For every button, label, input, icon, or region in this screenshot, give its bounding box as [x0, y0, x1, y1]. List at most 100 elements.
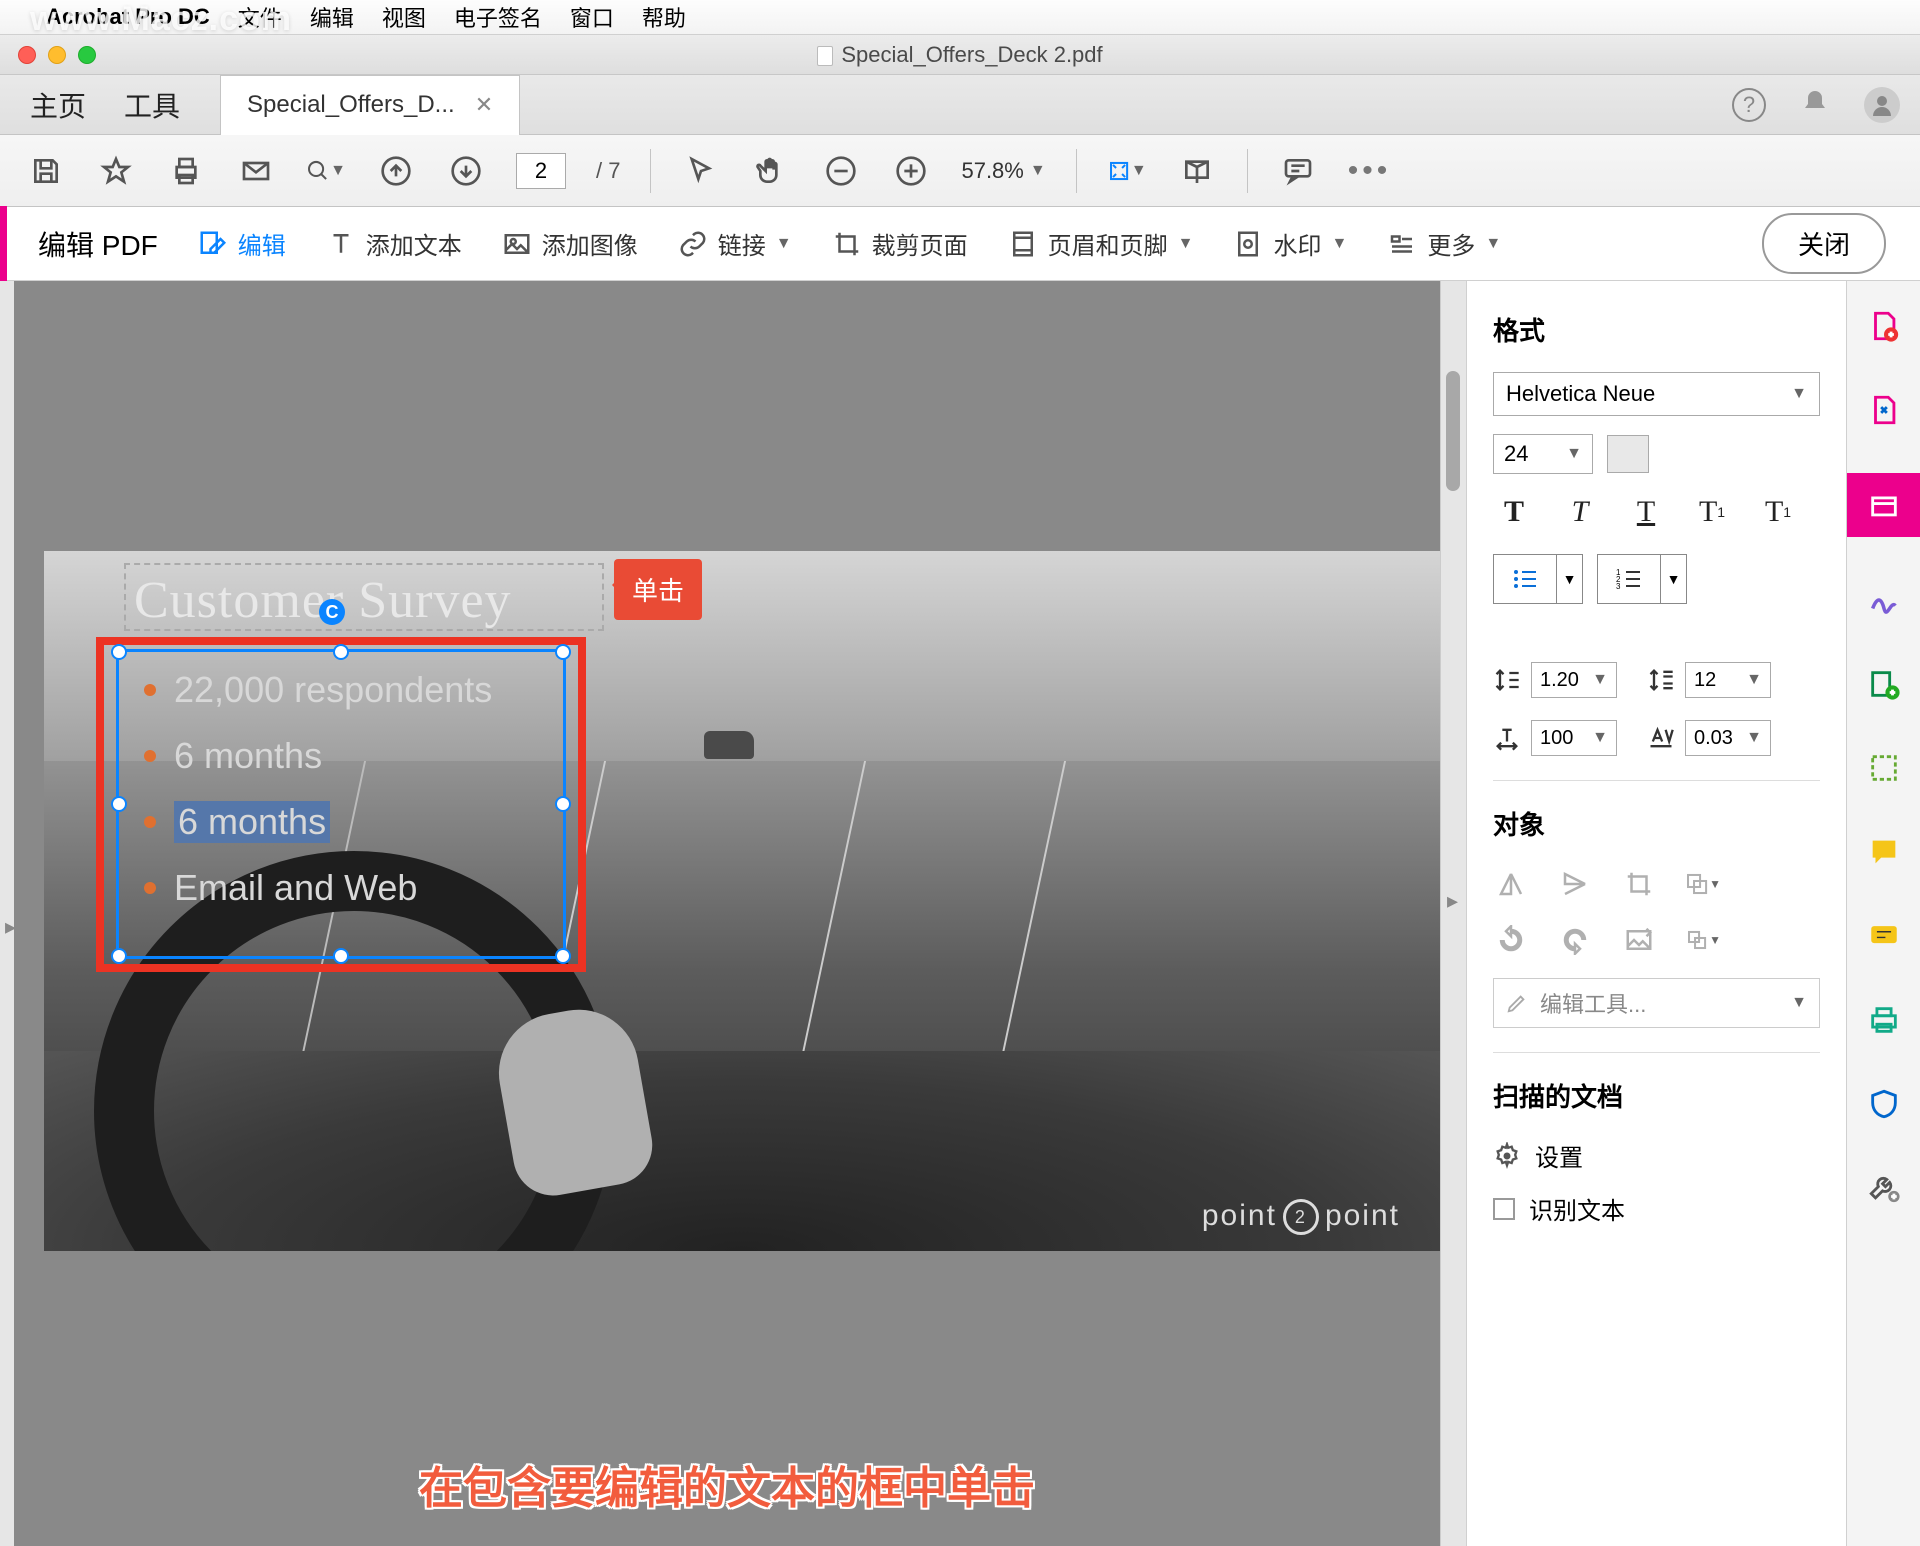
more-edit-button[interactable]: 更多▼ [1387, 226, 1501, 261]
resize-handle[interactable] [111, 948, 127, 964]
subscript-button[interactable]: T1 [1757, 492, 1799, 532]
arrange-icon[interactable]: ▼ [1685, 866, 1721, 902]
fill-sign-icon[interactable] [1863, 915, 1905, 957]
rotate-cw-icon[interactable] [1557, 922, 1593, 958]
zoom-out-icon[interactable] [821, 151, 861, 191]
resize-handle[interactable] [555, 644, 571, 660]
italic-button[interactable]: T [1559, 492, 1601, 532]
settings-button[interactable]: 设置 [1493, 1138, 1820, 1173]
resize-handle[interactable] [555, 948, 571, 964]
tab-home[interactable]: 主页 [30, 85, 86, 125]
bullet-text-selected[interactable]: 6 months [174, 801, 330, 843]
bullet-list[interactable]: 22,000 respondents 6 months 6 months Ema… [144, 669, 492, 933]
horizontal-scale-control[interactable]: 100▼ [1493, 720, 1617, 756]
comment-icon[interactable] [1278, 151, 1318, 191]
edit-button[interactable]: 编辑 [198, 226, 286, 261]
font-color-swatch[interactable] [1607, 435, 1649, 473]
edit-pdf-toolbar: 编辑 PDF 编辑 添加文本 添加图像 链接▼ 裁剪页面 页眉和页脚▼ 水印▼ … [0, 207, 1920, 281]
line-spacing-control[interactable]: 1.20▼ [1493, 662, 1617, 698]
bullet-list-button[interactable]: ▼ [1493, 554, 1583, 604]
flip-v-icon[interactable] [1557, 866, 1593, 902]
resize-handle[interactable] [111, 644, 127, 660]
link-button[interactable]: 链接▼ [678, 226, 792, 261]
expand-panel-icon[interactable]: ▸ [1447, 888, 1458, 914]
resize-handle[interactable] [111, 796, 127, 812]
bullet-text[interactable]: 6 months [174, 735, 322, 777]
search-icon[interactable]: ▼ [306, 151, 346, 191]
crop-obj-icon[interactable] [1621, 866, 1657, 902]
crop-button[interactable]: 裁剪页面 [832, 226, 968, 261]
tab-tools[interactable]: 工具 [124, 85, 180, 125]
zoom-in-icon[interactable] [891, 151, 931, 191]
more-tools-icon[interactable]: ••• [1348, 154, 1392, 188]
app-name[interactable]: Acrobat Pro DC [46, 4, 210, 30]
export-pdf-icon[interactable] [1863, 389, 1905, 431]
pointer-icon[interactable] [681, 151, 721, 191]
page-display-icon[interactable] [1177, 151, 1217, 191]
bold-button[interactable]: T [1493, 492, 1535, 532]
font-size-input[interactable]: 24▼ [1493, 434, 1593, 474]
print-rail-icon[interactable] [1863, 999, 1905, 1041]
zoom-level[interactable]: 57.8% ▼ [961, 158, 1045, 184]
flip-h-icon[interactable] [1493, 866, 1529, 902]
page-total: / 7 [596, 158, 620, 184]
hand-icon[interactable] [751, 151, 791, 191]
mail-icon[interactable] [236, 151, 276, 191]
tab-document[interactable]: Special_Offers_D...✕ [220, 75, 520, 135]
more-tools-rail-icon[interactable] [1863, 1167, 1905, 1209]
organize-icon[interactable] [1863, 663, 1905, 705]
pdf-page[interactable]: Customer Survey C 单击 22,000 respondents … [44, 551, 1440, 1251]
resize-handle[interactable] [555, 796, 571, 812]
save-icon[interactable] [26, 151, 66, 191]
compress-icon[interactable] [1863, 747, 1905, 789]
menu-file[interactable]: 文件 [238, 1, 282, 33]
resize-handle[interactable] [333, 948, 349, 964]
notifications-icon[interactable] [1800, 87, 1830, 122]
resize-handle[interactable] [333, 644, 349, 660]
fit-page-icon[interactable]: ▼ [1107, 151, 1147, 191]
document-area[interactable]: Customer Survey C 单击 22,000 respondents … [14, 281, 1440, 1546]
help-icon[interactable]: ? [1732, 88, 1766, 122]
protect-icon[interactable] [1863, 1083, 1905, 1125]
menu-view[interactable]: 视图 [382, 1, 426, 33]
align-objects-icon[interactable]: ▼ [1685, 922, 1721, 958]
prev-page-icon[interactable] [376, 151, 416, 191]
print-icon[interactable] [166, 151, 206, 191]
bullet-text[interactable]: Email and Web [174, 867, 417, 909]
create-pdf-icon[interactable] [1863, 305, 1905, 347]
page-number-input[interactable]: 2 [516, 153, 566, 189]
menu-help[interactable]: 帮助 [642, 1, 686, 33]
account-avatar[interactable] [1864, 87, 1900, 123]
edit-tool-dropdown[interactable]: 编辑工具... ▼ [1493, 978, 1820, 1028]
workspace: ▸ Customer Survey C 单击 [0, 281, 1920, 1546]
star-icon[interactable] [96, 151, 136, 191]
watermark-button[interactable]: 水印▼ [1233, 226, 1347, 261]
char-spacing-control[interactable]: 0.03▼ [1647, 720, 1771, 756]
menu-edit[interactable]: 编辑 [310, 1, 354, 33]
next-page-icon[interactable] [446, 151, 486, 191]
rotate-ccw-icon[interactable] [1493, 922, 1529, 958]
underline-button[interactable]: T [1625, 492, 1667, 532]
add-image-button[interactable]: 添加图像 [502, 226, 638, 261]
add-text-button[interactable]: 添加文本 [326, 226, 462, 261]
sign-icon[interactable] [1863, 579, 1905, 621]
header-footer-button[interactable]: 页眉和页脚▼ [1008, 226, 1194, 261]
menu-window[interactable]: 窗口 [570, 1, 614, 33]
recognize-text-checkbox[interactable]: 识别文本 [1493, 1191, 1820, 1226]
edit-pdf-rail-icon[interactable] [1847, 473, 1920, 537]
checkbox-icon[interactable] [1493, 1198, 1515, 1220]
close-edit-button[interactable]: 关闭 [1762, 213, 1886, 274]
bullet-text[interactable]: 22,000 respondents [174, 669, 492, 711]
scrollbar[interactable]: ▸ [1440, 281, 1466, 1546]
font-select[interactable]: Helvetica Neue▼ [1493, 372, 1820, 416]
number-list-button[interactable]: 123▼ [1597, 554, 1687, 604]
superscript-button[interactable]: T1 [1691, 492, 1733, 532]
comment-rail-icon[interactable] [1863, 831, 1905, 873]
tabs-row: 主页 工具 Special_Offers_D...✕ ? [0, 75, 1920, 135]
scroll-thumb[interactable] [1446, 371, 1460, 491]
doc-file-icon [817, 46, 833, 66]
menu-esign[interactable]: 电子签名 [454, 1, 542, 33]
para-spacing-control[interactable]: 12▼ [1647, 662, 1771, 698]
close-tab-icon[interactable]: ✕ [475, 92, 493, 118]
replace-image-icon[interactable] [1621, 922, 1657, 958]
